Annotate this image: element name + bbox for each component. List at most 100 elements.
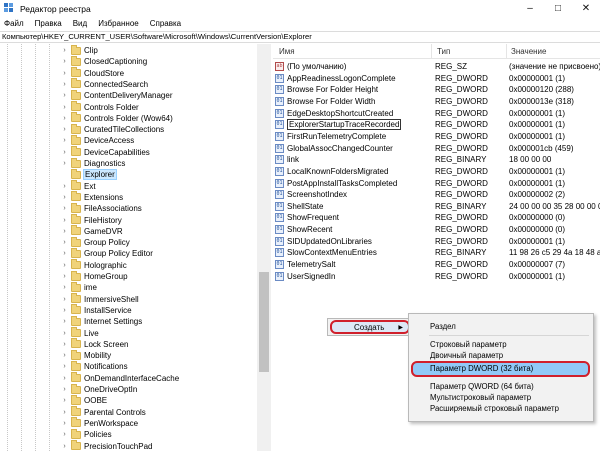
menu-help[interactable]: Справка xyxy=(150,19,181,28)
tree-item[interactable]: Explorer xyxy=(60,168,117,181)
tree-item[interactable]: › Lock Screen xyxy=(60,338,128,350)
value-row[interactable]: 01 AppReadinessLogonComplete REG_DWORD 0x00… xyxy=(273,73,600,84)
value-row[interactable]: 01 SlowContextMenuEntries REG_BINARY 11 98 … xyxy=(273,247,600,258)
expand-arrow-icon[interactable]: › xyxy=(60,443,69,450)
tree-item[interactable]: › ContentDeliveryManager xyxy=(60,89,173,101)
tree-item[interactable]: › PrecisionTouchPad xyxy=(60,440,152,451)
tree-item[interactable]: › GameDVR xyxy=(60,225,123,237)
expand-arrow-icon[interactable]: › xyxy=(60,262,69,269)
expand-arrow-icon[interactable]: › xyxy=(60,228,69,235)
expand-arrow-icon[interactable]: › xyxy=(60,341,69,348)
value-row[interactable]: 01 PostAppInstallTasksCompleted REG_DWORD 0… xyxy=(273,178,600,189)
tree-item[interactable]: › DeviceAccess xyxy=(60,134,134,146)
tree-item[interactable]: › OneDriveOptIn xyxy=(60,383,137,395)
tree-item[interactable]: › Diagnostics xyxy=(60,157,125,169)
expand-arrow-icon[interactable]: › xyxy=(60,205,69,212)
expand-arrow-icon[interactable]: › xyxy=(60,431,69,438)
expand-arrow-icon[interactable]: › xyxy=(60,250,69,257)
tree-item[interactable]: › Parental Controls xyxy=(60,406,146,418)
tree-item[interactable]: › Live xyxy=(60,327,99,339)
menu-file[interactable]: Файл xyxy=(4,19,24,28)
expand-arrow-icon[interactable]: › xyxy=(60,296,69,303)
value-row[interactable]: ab (По умолчанию) REG_SZ (значение не присв… xyxy=(273,61,600,72)
expand-arrow-icon[interactable]: › xyxy=(60,81,69,88)
expand-arrow-icon[interactable]: › xyxy=(60,397,69,404)
submenu-item[interactable]: Раздел xyxy=(411,321,591,332)
address-bar[interactable]: Компьютер\HKEY_CURRENT_USER\Software\Mic… xyxy=(0,31,600,43)
expand-arrow-icon[interactable]: › xyxy=(60,239,69,246)
value-row[interactable]: 01 ShellState REG_BINARY 24 00 00 00 35 28 … xyxy=(273,201,600,212)
create-menu-item[interactable]: Создать ▶ xyxy=(330,320,410,334)
value-row[interactable]: 01 ScreenshotIndex REG_DWORD 0x00000002 (2) xyxy=(273,189,600,200)
tree-item[interactable]: › Extensions xyxy=(60,191,123,203)
expand-arrow-icon[interactable]: › xyxy=(60,386,69,393)
tree-item[interactable]: › Controls Folder xyxy=(60,101,139,113)
tree-pane[interactable]: › Clip › ClosedCaptioning › CloudStore › Connec… xyxy=(0,44,271,451)
expand-arrow-icon[interactable]: › xyxy=(60,160,69,167)
tree-item[interactable]: › Holographic xyxy=(60,259,127,271)
expand-arrow-icon[interactable]: › xyxy=(60,409,69,416)
tree-item[interactable]: › InstallService xyxy=(60,304,132,316)
tree-item[interactable]: › FileAssociations xyxy=(60,202,142,214)
value-row[interactable]: 01 UserSignedIn REG_DWORD 0x00000001 (1) xyxy=(273,271,600,282)
expand-arrow-icon[interactable]: › xyxy=(60,92,69,99)
expand-arrow-icon[interactable]: › xyxy=(60,194,69,201)
menu-edit[interactable]: Правка xyxy=(35,19,62,28)
tree-item[interactable]: › ConnectedSearch xyxy=(60,78,148,90)
expand-arrow-icon[interactable]: › xyxy=(60,318,69,325)
expand-arrow-icon[interactable]: › xyxy=(60,284,69,291)
column-type-header[interactable]: Тип xyxy=(437,47,450,56)
tree-item[interactable]: › DeviceCapabilities xyxy=(60,146,150,158)
submenu-item[interactable]: Мультистроковый параметр xyxy=(411,392,591,403)
tree-item[interactable]: › ime xyxy=(60,281,97,293)
expand-arrow-icon[interactable]: › xyxy=(60,104,69,111)
tree-item[interactable]: › ClosedCaptioning xyxy=(60,55,147,67)
submenu-item[interactable]: Параметр QWORD (64 бита) xyxy=(411,381,591,392)
tree-item[interactable]: › OOBE xyxy=(60,394,107,406)
tree-item[interactable]: › HomeGroup xyxy=(60,270,128,282)
value-row[interactable]: 01 SIDUpdatedOnLibraries REG_DWORD 0x000000… xyxy=(273,236,600,247)
tree-scrollbar[interactable] xyxy=(257,44,271,451)
value-row[interactable]: 01 Browse For Folder Height REG_DWORD 0x000… xyxy=(273,84,600,95)
expand-arrow-icon[interactable]: › xyxy=(60,217,69,224)
minimize-button[interactable]: – xyxy=(516,0,544,17)
value-row[interactable]: 01 FirstRunTelemetryComplete REG_DWORD 0x00… xyxy=(273,131,600,142)
expand-arrow-icon[interactable]: › xyxy=(60,330,69,337)
tree-item[interactable]: › PenWorkspace xyxy=(60,417,138,429)
value-row[interactable]: 01 GlobalAssocChangedCounter REG_DWORD 0x00… xyxy=(273,143,600,154)
value-row[interactable]: 01 link REG_BINARY 18 00 00 00 xyxy=(273,154,600,165)
value-row[interactable]: 01 Browse For Folder Width REG_DWORD 0x0000… xyxy=(273,96,600,107)
tree-item[interactable]: › Group Policy xyxy=(60,236,130,248)
tree-item[interactable]: › Internet Settings xyxy=(60,315,142,327)
tree-item[interactable]: › OnDemandInterfaceCache xyxy=(60,372,179,384)
column-value-header[interactable]: Значение xyxy=(511,47,546,56)
expand-arrow-icon[interactable]: › xyxy=(60,420,69,427)
value-row[interactable]: 01 TelemetrySalt REG_DWORD 0x00000007 (7) xyxy=(273,259,600,270)
tree-item[interactable]: › ImmersiveShell xyxy=(60,293,139,305)
tree-item[interactable]: › FileHistory xyxy=(60,214,122,226)
tree-item[interactable]: › Ext xyxy=(60,180,96,192)
menu-favorites[interactable]: Избранное xyxy=(98,19,139,28)
maximize-button[interactable]: □ xyxy=(544,0,572,17)
tree-item[interactable]: › Controls Folder (Wow64) xyxy=(60,112,173,124)
submenu-item[interactable]: Строковый параметр xyxy=(411,339,591,350)
tree-item[interactable]: › Policies xyxy=(60,428,112,440)
tree-scrollbar-thumb[interactable] xyxy=(259,272,269,372)
tree-item[interactable]: › CloudStore xyxy=(60,67,124,79)
value-row[interactable]: 01 ShowFrequent REG_DWORD 0x00000000 (0) xyxy=(273,212,600,223)
expand-arrow-icon[interactable]: › xyxy=(60,183,69,190)
submenu-item[interactable]: Расширяемый строковый параметр xyxy=(411,403,591,414)
column-name-header[interactable]: Имя xyxy=(279,47,295,56)
expand-arrow-icon[interactable]: › xyxy=(60,58,69,65)
value-row[interactable]: 01 EdgeDesktopShortcutCreated REG_DWORD 0x0… xyxy=(273,108,600,119)
expand-arrow-icon[interactable]: › xyxy=(60,273,69,280)
expand-arrow-icon[interactable]: › xyxy=(60,352,69,359)
expand-arrow-icon[interactable]: › xyxy=(60,70,69,77)
tree-item[interactable]: › Group Policy Editor xyxy=(60,247,153,259)
tree-item[interactable]: › CuratedTileCollections xyxy=(60,123,164,135)
expand-arrow-icon[interactable]: › xyxy=(60,47,69,54)
close-button[interactable]: ✕ xyxy=(572,0,600,17)
expand-arrow-icon[interactable]: › xyxy=(60,363,69,370)
tree-item[interactable]: › Clip xyxy=(60,44,98,56)
tree-item[interactable]: › Notifications xyxy=(60,360,128,372)
